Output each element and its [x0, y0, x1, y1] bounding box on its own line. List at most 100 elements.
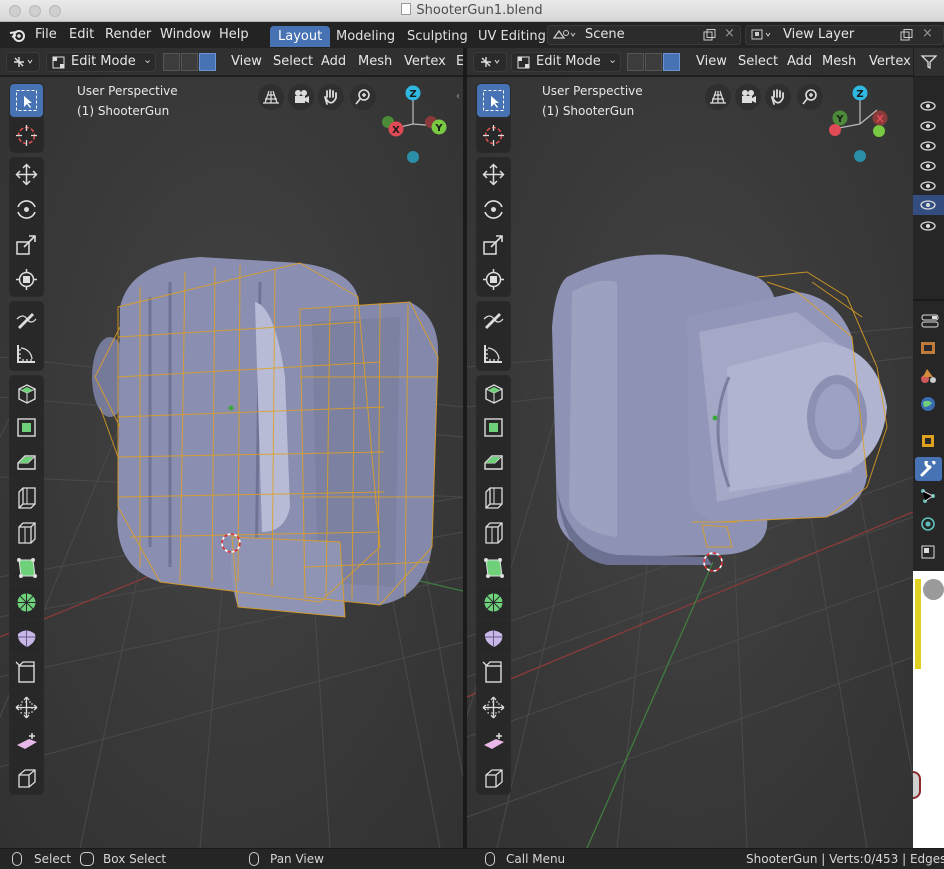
left-menu-select[interactable]: Select: [273, 54, 313, 69]
shrink-fatten-tool[interactable]: [477, 726, 510, 759]
zoom-view-button[interactable]: [350, 84, 376, 110]
menu-file[interactable]: File: [35, 27, 57, 42]
tab-uv-editing[interactable]: UV Editing: [470, 26, 554, 47]
constraints-properties-icon[interactable]: [919, 543, 937, 561]
menu-window[interactable]: Window: [160, 27, 211, 42]
cursor-tool[interactable]: [477, 119, 510, 152]
scene-properties-icon[interactable]: [919, 367, 937, 385]
add-cube-tool[interactable]: [10, 376, 43, 409]
zoom-view-button[interactable]: [797, 84, 823, 110]
right-editor-type-button[interactable]: [473, 52, 507, 72]
shear-tool[interactable]: [477, 761, 510, 794]
vertex-select-mode-button[interactable]: [163, 53, 180, 71]
tab-layout[interactable]: Layout: [270, 26, 331, 47]
outliner-active-row[interactable]: [913, 195, 944, 215]
extrude-tool[interactable]: [10, 411, 43, 444]
modifier-properties-tab[interactable]: [915, 457, 942, 481]
left-mode-dropdown[interactable]: Edit Mode ⌄: [46, 52, 156, 72]
cursor-tool[interactable]: [10, 119, 43, 152]
left-menu-view[interactable]: View: [231, 54, 262, 69]
render-properties-icon[interactable]: [919, 339, 937, 357]
visibility-eye-icon[interactable]: [918, 99, 938, 113]
edge-select-mode-button[interactable]: [181, 53, 198, 71]
visibility-eye-icon[interactable]: [918, 139, 938, 153]
vertex-select-mode-button[interactable]: [627, 53, 644, 71]
loop-cut-tool[interactable]: [10, 516, 43, 549]
smooth-tool[interactable]: [477, 656, 510, 689]
inset-tool[interactable]: [477, 446, 510, 479]
copy-view-layer-icon[interactable]: [900, 29, 914, 41]
particles-properties-icon[interactable]: [919, 487, 937, 505]
visibility-eye-icon[interactable]: [918, 179, 938, 193]
smooth-tool[interactable]: [10, 656, 43, 689]
right-menu-select[interactable]: Select: [738, 54, 778, 69]
face-select-mode-button[interactable]: [663, 53, 680, 71]
visibility-eye-icon[interactable]: [918, 198, 938, 212]
right-menu-vertex[interactable]: Vertex: [869, 54, 911, 69]
toggle-perspective-button[interactable]: [705, 84, 731, 110]
menu-edit[interactable]: Edit: [69, 27, 94, 42]
loop-cut-tool[interactable]: [477, 516, 510, 549]
edge-slide-tool[interactable]: [477, 691, 510, 724]
copy-scene-icon[interactable]: [703, 29, 717, 41]
scale-tool[interactable]: [10, 228, 43, 261]
left-menu-edge-truncated[interactable]: E: [456, 54, 463, 69]
close-scene-icon[interactable]: ×: [724, 26, 735, 41]
bevel-tool[interactable]: [477, 481, 510, 514]
world-properties-icon[interactable]: [919, 395, 937, 413]
sidebar-toggle-icon[interactable]: ‹: [456, 91, 463, 105]
tab-modeling[interactable]: Modeling: [328, 26, 403, 47]
edge-select-mode-button[interactable]: [645, 53, 662, 71]
select-box-tool[interactable]: [10, 84, 43, 117]
right-navigation-gizmo[interactable]: Z Y X: [827, 82, 902, 167]
tab-sculpting[interactable]: Sculpting: [399, 26, 476, 47]
left-menu-add[interactable]: Add: [321, 54, 346, 69]
rotate-tool[interactable]: [10, 193, 43, 226]
close-view-layer-icon[interactable]: ×: [922, 26, 933, 41]
visibility-eye-icon[interactable]: [918, 159, 938, 173]
neg-z-axis-icon[interactable]: [407, 151, 419, 163]
spin-tool[interactable]: [477, 621, 510, 654]
knife-tool[interactable]: [10, 551, 43, 584]
poly-build-tool[interactable]: [477, 586, 510, 619]
shrink-fatten-tool[interactable]: [10, 726, 43, 759]
camera-view-button[interactable]: [288, 84, 314, 110]
add-cube-tool[interactable]: [477, 376, 510, 409]
view-layer-selector[interactable]: View Layer ×: [745, 25, 944, 45]
annotate-tool[interactable]: [477, 302, 510, 335]
right-3d-viewport[interactable]: User Perspective (1) ShooterGun Z Y X: [467, 77, 913, 848]
face-select-mode-button[interactable]: [199, 53, 216, 71]
right-menu-mesh[interactable]: Mesh: [822, 54, 856, 69]
spin-tool[interactable]: [10, 621, 43, 654]
properties-editor-icon[interactable]: [921, 314, 939, 328]
right-menu-view[interactable]: View: [696, 54, 727, 69]
annotate-tool[interactable]: [10, 302, 43, 335]
menu-render[interactable]: Render: [105, 27, 151, 42]
scene-selector[interactable]: Scene ×: [547, 25, 741, 45]
visibility-eye-icon[interactable]: [918, 219, 938, 233]
measure-tool[interactable]: [477, 337, 510, 370]
pan-view-button[interactable]: [318, 84, 344, 110]
extrude-tool[interactable]: [477, 411, 510, 444]
left-editor-type-button[interactable]: [6, 52, 40, 72]
visibility-eye-icon[interactable]: [918, 119, 938, 133]
right-mode-dropdown[interactable]: Edit Mode ⌄: [511, 52, 621, 72]
toggle-perspective-button[interactable]: [258, 84, 284, 110]
bevel-tool[interactable]: [10, 481, 43, 514]
blender-logo-icon[interactable]: [9, 27, 27, 43]
object-properties-icon[interactable]: [919, 432, 937, 450]
neg-x-axis-icon[interactable]: [829, 124, 841, 136]
left-3d-viewport[interactable]: User Perspective (1) ShooterGun Z X Y ‹: [0, 77, 463, 848]
transform-tool[interactable]: [477, 263, 510, 296]
rotate-tool[interactable]: [477, 193, 510, 226]
filter-icon[interactable]: [920, 54, 938, 70]
measure-tool[interactable]: [10, 337, 43, 370]
neg-y-axis-icon[interactable]: [873, 125, 885, 137]
left-navigation-gizmo[interactable]: Z X Y: [378, 82, 453, 167]
edge-slide-tool[interactable]: [10, 691, 43, 724]
left-menu-vertex[interactable]: Vertex: [404, 54, 446, 69]
pan-view-button[interactable]: [765, 84, 791, 110]
shear-tool[interactable]: [10, 761, 43, 794]
transform-tool[interactable]: [10, 263, 43, 296]
neg-z-axis-icon[interactable]: [854, 150, 866, 162]
